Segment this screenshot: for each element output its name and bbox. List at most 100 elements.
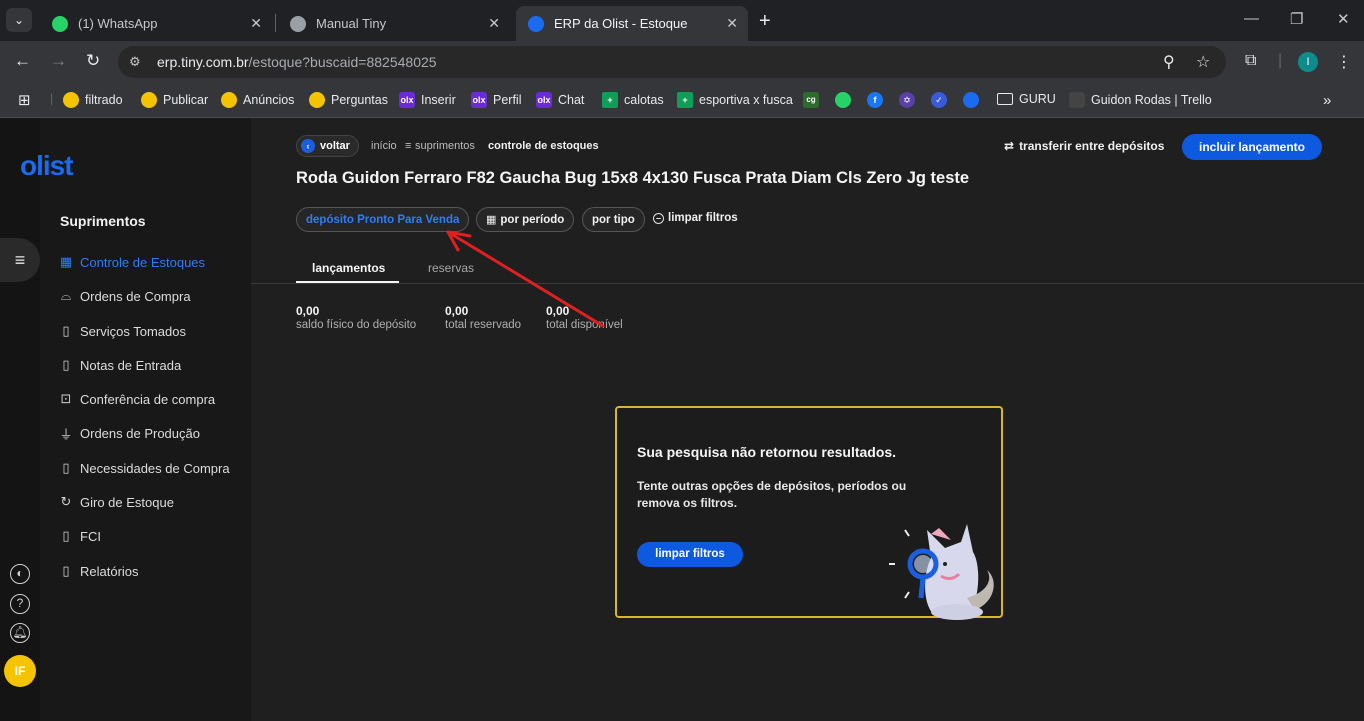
deposit-filter-label: depósito Pronto Para Venda [306,213,460,226]
bookmark-chat[interactable]: olx Chat [536,92,584,108]
url-host: erp.tiny.com.br [157,54,249,70]
period-filter-button[interactable]: ▦ por período [476,207,575,232]
stat-label: total reservado [445,319,522,331]
bookmark-perguntas[interactable]: Perguntas [309,92,388,108]
bookmark-inserir[interactable]: olx Inserir [399,92,456,108]
box-icon: ⊡ [60,391,72,406]
sidebar-item-giro-de-estoque[interactable]: ↻ Giro de Estoque [58,492,174,512]
browser-tab-manual-tiny[interactable]: Manual Tiny ✕ [278,6,510,41]
bookmark-folder-guru[interactable]: GURU [997,92,1056,106]
sidebar-item-conferencia-de-compra[interactable]: ⊡ Conferência de compra [58,389,216,409]
browser-tab-erp-olist[interactable]: ERP da Olist - Estoque ✕ [516,6,748,41]
bookmark-star-app[interactable]: ✡ [899,92,921,108]
window-close-icon[interactable]: ✕ [1337,10,1350,28]
bookmarks-divider: | [50,92,54,106]
help-icon[interactable]: ? [10,594,30,614]
sidebar-item-servicos-tomados[interactable]: ▯ Serviços Tomados [58,321,186,341]
report-icon: ▯ [62,563,70,578]
sidebar-item-necessidades-de-compra[interactable]: ▯ Necessidades de Compra [58,458,230,478]
sidebar: olist Suprimentos ▦ Controle de Estoques… [20,118,251,721]
sidebar-item-controle-de-estoques[interactable]: ▦ Controle de Estoques [58,252,205,272]
address-bar[interactable]: ⚙ erp.tiny.com.br/estoque?buscaid=882548… [118,46,1226,78]
forward-arrow-icon[interactable]: → [50,51,67,71]
bookmark-olist[interactable] [963,92,985,108]
empty-state-card: Sua pesquisa não retornou resultados. Te… [615,406,1003,620]
bookmark-label: esportiva x fusca [699,93,793,107]
apps-grid-icon[interactable]: ⊞ [18,91,31,109]
olx-icon: olx [399,92,415,108]
bookmark-whatsapp[interactable] [835,92,857,108]
more-bookmarks-chevron-icon[interactable]: » [1323,92,1331,109]
breadcrumb-suprimentos[interactable]: suprimentos [415,140,475,152]
sidebar-item-label: Necessidades de Compra [80,460,230,476]
site-settings-icon[interactable]: ⚙ [129,54,145,70]
sidebar-item-relatorios[interactable]: ▯ Relatórios [58,561,138,581]
reload-icon[interactable]: ↻ [86,51,100,71]
minimize-icon[interactable]: — [1244,10,1259,27]
clear-filters-button[interactable]: limpar filtros [637,542,743,567]
sidebar-item-label: Controle de Estoques [80,254,206,270]
hamburger-menu-icon[interactable]: ≡ [0,238,40,282]
bookmark-label: GURU [1019,92,1056,106]
tab-reservas[interactable]: reservas [428,261,474,275]
sidebar-item-label: Notas de Entrada [80,357,182,373]
theme-toggle-icon[interactable]: ◐ [10,564,30,584]
mercado-livre-icon [221,92,237,108]
include-entry-button[interactable]: incluir lançamento [1182,134,1322,160]
close-icon[interactable]: ✕ [726,15,738,32]
folder-icon [997,93,1013,105]
bookmark-perfil[interactable]: olx Perfil [471,92,521,108]
sidebar-item-fci[interactable]: ▯ FCI [58,526,101,546]
bookmark-label: Anúncios [243,93,295,107]
tab-search-chevron-icon[interactable]: ⌄ [6,8,32,32]
bookmark-anuncios[interactable]: Anúncios [221,92,294,108]
clear-filters-link[interactable]: – limpar filtros [653,212,738,224]
back-arrow-icon[interactable]: ← [14,51,31,71]
sidebar-item-ordens-de-producao[interactable]: ⏚ Ordens de Produção [58,423,199,443]
browser-menu-icon[interactable]: ⋮ [1336,52,1352,72]
extensions-puzzle-icon[interactable]: ⧉ [1245,52,1256,70]
google-sheets-icon: + [677,92,693,108]
refresh-icon: ↻ [60,494,72,509]
zoom-icon[interactable]: ⚲ [1163,52,1175,72]
breadcrumb-list-icon: ≡ [405,140,412,152]
bookmark-publicar[interactable]: Publicar [141,92,208,108]
restore-icon[interactable]: ❐ [1290,10,1303,28]
clipboard-icon: ▯ [62,460,70,475]
user-avatar[interactable]: IF [4,655,36,687]
profile-avatar[interactable]: I [1298,52,1318,72]
type-filter-button[interactable]: por tipo [582,207,645,232]
period-filter-label: por período [500,213,565,226]
transfer-between-deposits-link[interactable]: ⇄ transferir entre depósitos [1004,139,1164,153]
sidebar-section-title: Suprimentos [60,213,146,229]
olist-logo[interactable]: olist [20,150,74,182]
document-icon: ▯ [62,323,70,338]
back-button[interactable]: ‹ voltar [296,135,359,157]
main-content: ‹ voltar início ≡ suprimentos controle d… [251,118,1364,721]
new-tab-plus-icon[interactable]: + [759,10,771,33]
close-icon[interactable]: ✕ [250,15,262,32]
sidebar-item-notas-de-entrada[interactable]: ▯ Notas de Entrada [58,355,181,375]
breadcrumb-inicio[interactable]: início [371,140,397,152]
url-text[interactable]: erp.tiny.com.br/estoque?buscaid=88254802… [157,54,437,70]
bookmark-bird-app[interactable]: ✓ [931,92,953,108]
sidebar-item-ordens-de-compra[interactable]: ⌓ Ordens de Compra [58,286,191,306]
olx-icon: olx [536,92,552,108]
bookmark-star-icon[interactable]: ☆ [1196,52,1210,72]
bookmark-facebook[interactable]: f [867,92,889,108]
olist-favicon-icon [528,15,544,32]
bookmark-esportiva-x-fusca[interactable]: + esportiva x fusca [677,92,793,108]
bookmark-calotas[interactable]: + calotas [602,92,664,108]
tab-lancamentos[interactable]: lançamentos [312,261,385,275]
erp-app: ≡ ◐ ? 🔔︎ IF olist Suprimentos ▦ Controle… [0,118,1364,721]
deposit-filter-button[interactable]: depósito Pronto Para Venda [296,207,470,232]
bookmark-cg[interactable]: cg [803,92,825,108]
bookmark-filtrado[interactable]: filtrado [63,92,123,108]
browser-toolbar: ← → ↻ ⚙ erp.tiny.com.br/estoque?buscaid=… [0,41,1364,83]
bookmark-guidon-trello[interactable]: Guidon Rodas | Trello [1069,92,1212,108]
type-filter-label: por tipo [592,213,635,226]
close-icon[interactable]: ✕ [488,15,500,32]
notification-bell-icon[interactable]: 🔔︎ [10,623,30,643]
browser-tab-whatsapp[interactable]: (1) WhatsApp ✕ [40,6,272,41]
back-button-label: voltar [320,140,350,152]
